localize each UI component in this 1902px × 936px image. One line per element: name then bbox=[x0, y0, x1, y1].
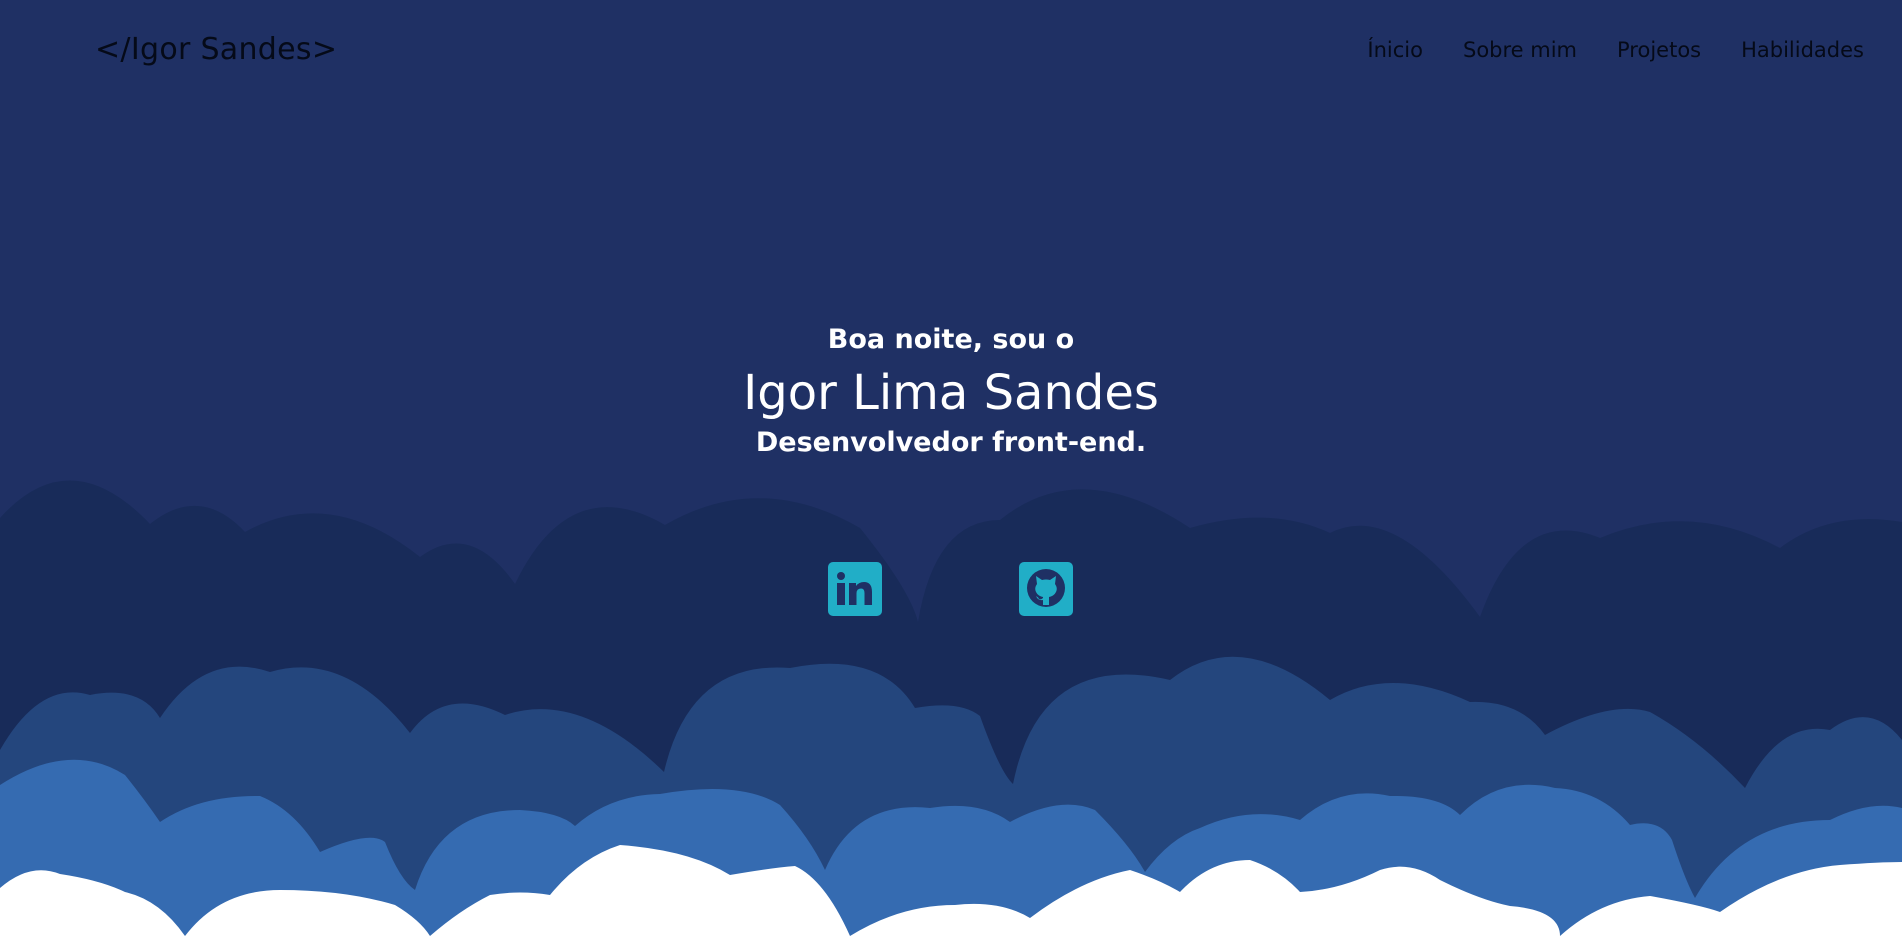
site-header: </Igor Sandes> Ínicio Sobre mim Projetos… bbox=[0, 0, 1902, 104]
linkedin-link[interactable] bbox=[828, 562, 882, 616]
nav-link-projetos[interactable]: Projetos bbox=[1617, 38, 1701, 62]
site-logo[interactable]: </Igor Sandes> bbox=[95, 32, 337, 67]
main-nav: Ínicio Sobre mim Projetos Habilidades bbox=[1367, 38, 1864, 62]
hero-section: Boa noite, sou o Igor Lima Sandes Desenv… bbox=[0, 320, 1902, 462]
nav-link-inicio[interactable]: Ínicio bbox=[1367, 38, 1423, 62]
portfolio-page: </Igor Sandes> Ínicio Sobre mim Projetos… bbox=[0, 0, 1902, 936]
github-link[interactable] bbox=[1019, 562, 1073, 616]
hero-role: Desenvolvedor front-end. bbox=[755, 427, 1147, 458]
nav-link-sobre-mim[interactable]: Sobre mim bbox=[1463, 38, 1577, 62]
hero-name: Igor Lima Sandes bbox=[743, 365, 1159, 421]
linkedin-icon bbox=[837, 572, 872, 605]
github-icon bbox=[1027, 569, 1065, 607]
nav-link-habilidades[interactable]: Habilidades bbox=[1741, 38, 1864, 62]
cloud-layers-background bbox=[0, 480, 1902, 936]
hero-greeting: Boa noite, sou o bbox=[827, 324, 1075, 355]
